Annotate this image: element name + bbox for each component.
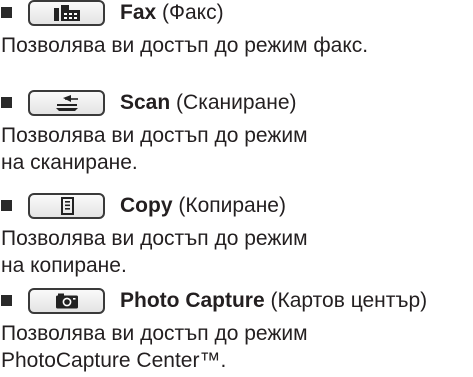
bullet-icon (1, 295, 12, 306)
mode-description-line: Позволява ви достъп до режим (1, 227, 308, 250)
mode-description-line: PhotoCapture Center™. (1, 349, 227, 372)
mode-description-line: на сканиране. (1, 151, 138, 174)
mode-title: Photo Capture (120, 289, 265, 312)
mode-description-line: Позволява ви достъп до режим (1, 124, 308, 147)
mode-subtitle: (Факс) (162, 1, 224, 24)
fax-icon (53, 5, 80, 21)
scan-icon (55, 95, 78, 111)
mode-subtitle: (Картов център) (270, 289, 428, 312)
camera-icon (55, 293, 78, 309)
mode-subtitle: (Сканиране) (176, 91, 297, 114)
mode-title: Scan (120, 91, 171, 114)
photo-capture-button[interactable] (28, 288, 105, 314)
mode-description-line: Позволява ви достъп до режим факс. (1, 34, 369, 57)
bullet-icon (1, 7, 12, 18)
scan-button[interactable] (28, 90, 105, 116)
mode-description-line: на копиране. (1, 254, 127, 277)
mode-description-line: Позволява ви достъп до режим (1, 322, 308, 345)
bullet-icon (1, 200, 12, 211)
copy-icon (60, 197, 74, 215)
mode-name: Fax (Факс) (120, 0, 224, 26)
copy-button[interactable] (28, 193, 105, 219)
mode-title: Fax (120, 1, 157, 24)
mode-name: Scan (Сканиране) (120, 90, 297, 116)
bullet-icon (1, 97, 12, 108)
mode-name: Copy (Копиране) (120, 193, 286, 219)
mode-subtitle: (Копиране) (178, 194, 286, 217)
mode-name: Photo Capture (Картов център) (120, 288, 427, 314)
mode-title: Copy (120, 194, 173, 217)
fax-button[interactable] (28, 0, 105, 26)
